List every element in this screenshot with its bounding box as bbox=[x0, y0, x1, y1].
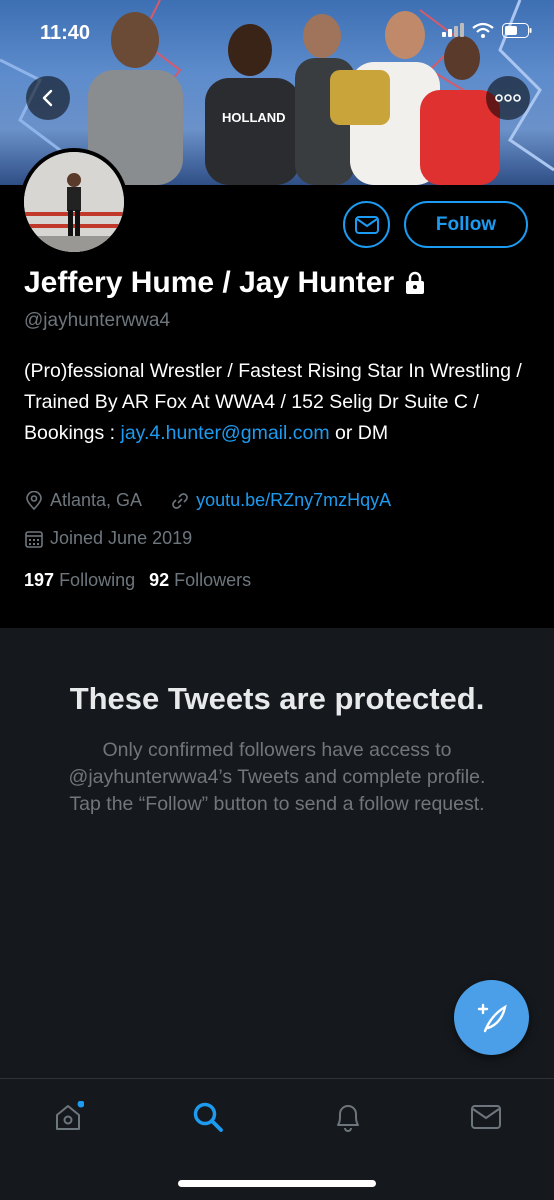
profile-handle: @jayhunterwwa4 bbox=[24, 310, 171, 331]
following-count: 197 bbox=[24, 570, 55, 590]
display-name-row: Jeffery Hume / Jay Hunter bbox=[24, 266, 426, 300]
display-name: Jeffery Hume / Jay Hunter bbox=[24, 266, 395, 299]
joined-text: Joined June 2019 bbox=[50, 528, 193, 548]
following-link[interactable]: 197 Following bbox=[24, 570, 135, 591]
status-icons bbox=[442, 22, 532, 38]
avatar[interactable] bbox=[20, 148, 128, 256]
message-button[interactable] bbox=[343, 201, 390, 248]
protected-title: These Tweets are protected. bbox=[69, 681, 485, 716]
bio-email-link[interactable]: jay.4.hunter@gmail.com bbox=[120, 422, 329, 444]
profile-bio: (Pro)fessional Wrestler / Fastest Rising… bbox=[24, 356, 524, 449]
website-link[interactable]: youtu.be/RZny7mzHqyA bbox=[196, 490, 391, 511]
compose-tweet-button[interactable] bbox=[454, 980, 529, 1055]
location-text: Atlanta, GA bbox=[50, 490, 143, 510]
followers-label: Followers bbox=[174, 570, 252, 590]
follow-button[interactable]: Follow bbox=[404, 201, 528, 248]
home-icon bbox=[56, 1101, 84, 1130]
location-icon bbox=[26, 490, 42, 510]
profile-meta-joined: Joined June 2019 bbox=[24, 528, 192, 549]
battery-icon bbox=[502, 22, 532, 38]
avatar-photo bbox=[24, 152, 124, 252]
chevron-left-icon bbox=[42, 89, 53, 107]
signal-icon bbox=[442, 23, 464, 37]
lock-icon bbox=[406, 271, 425, 294]
following-label: Following bbox=[59, 570, 136, 590]
calendar-icon bbox=[25, 530, 43, 548]
nav-notifications[interactable] bbox=[328, 1097, 368, 1137]
nav-home[interactable] bbox=[48, 1097, 88, 1137]
follow-stats: 197 Following 92 Followers bbox=[24, 570, 251, 591]
nav-search[interactable] bbox=[188, 1097, 228, 1137]
profile-meta-location: Atlanta, GA youtu.be/RZny7mzHqyA bbox=[24, 490, 391, 511]
followers-count: 92 bbox=[149, 570, 170, 590]
status-time: 11:40 bbox=[40, 22, 91, 44]
link-icon bbox=[172, 492, 188, 509]
back-button[interactable] bbox=[26, 76, 70, 120]
wifi-icon bbox=[472, 22, 494, 38]
followers-link[interactable]: 92 Followers bbox=[149, 570, 251, 591]
mail-icon bbox=[471, 1105, 501, 1129]
svg-text:HOLLAND: HOLLAND bbox=[222, 110, 286, 125]
bio-suffix: or DM bbox=[329, 422, 389, 444]
mail-icon bbox=[354, 215, 379, 234]
more-options-button[interactable] bbox=[486, 76, 530, 120]
more-icon bbox=[495, 94, 521, 102]
bell-icon bbox=[337, 1105, 359, 1132]
protected-body: Only confirmed followers have access to … bbox=[68, 739, 486, 815]
compose-feather-icon bbox=[477, 1003, 507, 1032]
search-icon bbox=[193, 1102, 223, 1132]
nav-messages[interactable] bbox=[466, 1097, 506, 1137]
home-indicator bbox=[178, 1180, 376, 1187]
